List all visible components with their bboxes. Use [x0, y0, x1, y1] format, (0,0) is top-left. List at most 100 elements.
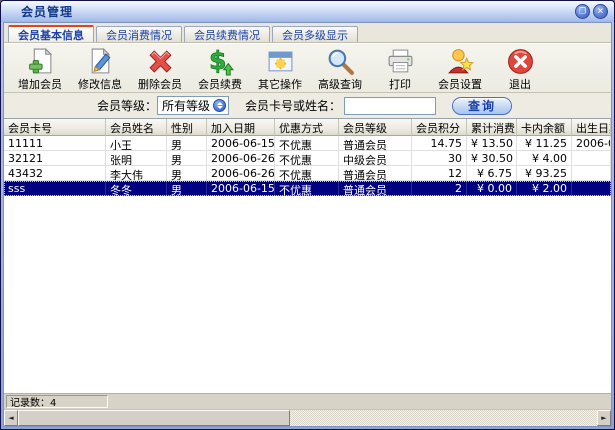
table-cell: 中级会员	[339, 151, 412, 166]
doc-plus-icon	[26, 46, 55, 76]
toolbar-button-label: 删除会员	[138, 76, 182, 92]
member-table: 会员卡号会员姓名性别加入日期优惠方式会员等级会员积分累计消费卡内余额出生日期 1…	[4, 118, 611, 393]
doc-pencil-icon	[86, 46, 115, 76]
table-cell: ¥ 4.00	[517, 151, 572, 166]
table-cell: 11111	[4, 136, 106, 151]
restore-button[interactable]: ❐	[575, 4, 590, 19]
member-settings-button[interactable]: 会员设置	[436, 45, 484, 92]
tab-4[interactable]: 会员多级显示	[272, 26, 358, 42]
exit-button[interactable]: 退出	[496, 45, 544, 92]
svg-text:$: $	[209, 47, 226, 75]
table-cell: ¥ 6.75	[467, 166, 517, 181]
table-cell: 43432	[4, 166, 106, 181]
column-header-2[interactable]: 会员姓名	[106, 119, 167, 136]
toolbar-button-label: 打印	[389, 76, 411, 92]
tab-bar: 会员基本信息会员消费情况会员续费情况会员多级显示	[4, 23, 611, 43]
table-cell: 2006-06-26	[207, 166, 275, 181]
table-cell: 男	[167, 181, 207, 196]
edit-info-button[interactable]: 修改信息	[76, 45, 124, 92]
table-cell: 2006-06-15	[207, 181, 275, 196]
column-header-5[interactable]: 优惠方式	[275, 119, 339, 136]
close-button[interactable]: ✕	[593, 4, 608, 19]
print-button[interactable]: 打印	[376, 45, 424, 92]
table-cell: 张明	[106, 151, 167, 166]
restore-icon: ❐	[579, 7, 586, 15]
column-header-10[interactable]: 出生日期	[572, 119, 611, 136]
table-row-2[interactable]: 32121张明男2006-06-26不优惠中级会员30¥ 30.50¥ 4.00	[4, 151, 611, 166]
window-star-icon	[266, 46, 295, 76]
table-header-row: 会员卡号会员姓名性别加入日期优惠方式会员等级会员积分累计消费卡内余额出生日期	[4, 119, 611, 136]
tab-3[interactable]: 会员续费情况	[184, 26, 270, 42]
renew-member-button[interactable]: $会员续费	[196, 45, 244, 92]
table-row-3[interactable]: 43432李大伟男2006-06-26不优惠普通会员12¥ 6.75¥ 93.2…	[4, 166, 611, 181]
person-star-icon	[446, 46, 475, 76]
advanced-query-button[interactable]: 高级查询	[316, 45, 364, 92]
table-row-4[interactable]: sss冬冬男2006-06-15不优惠普通会员2¥ 0.00¥ 2.00	[4, 181, 611, 196]
member-management-window: 会员管理 ❐ ✕ 会员基本信息会员消费情况会员续费情况会员多级显示 增加会员修改…	[0, 0, 615, 430]
tab-1[interactable]: 会员基本信息	[8, 25, 94, 42]
member-level-dropdown[interactable]: 所有等级	[157, 96, 229, 115]
table-cell	[572, 181, 611, 196]
card-or-name-input[interactable]	[344, 97, 436, 115]
table-cell: 普通会员	[339, 136, 412, 151]
scrollbar-track[interactable]	[290, 410, 597, 426]
magnifier-icon	[326, 46, 355, 76]
column-header-1[interactable]: 会员卡号	[4, 119, 106, 136]
table-cell: 李大伟	[106, 166, 167, 181]
table-row-1[interactable]: 11111小王男2006-06-15不优惠普通会员14.75¥ 13.50¥ 1…	[4, 136, 611, 151]
scrollbar-thumb[interactable]	[18, 410, 290, 426]
toolbar-button-label: 修改信息	[78, 76, 122, 92]
member-level-value: 所有等级	[162, 97, 210, 114]
table-cell: 30	[412, 151, 467, 166]
card-or-name-label: 会员卡号或姓名：	[245, 97, 341, 114]
column-header-8[interactable]: 累计消费	[467, 119, 517, 136]
table-cell: 2006-0	[572, 136, 611, 151]
toolbar-button-label: 会员设置	[438, 76, 482, 92]
table-cell: 不优惠	[275, 136, 339, 151]
toolbar-button-label: 高级查询	[318, 76, 362, 92]
table-cell: ¥ 11.25	[517, 136, 572, 151]
table-cell: ¥ 13.50	[467, 136, 517, 151]
table-cell	[572, 151, 611, 166]
window-controls: ❐ ✕	[575, 4, 608, 19]
exit-icon	[506, 46, 535, 76]
table-cell: 普通会员	[339, 181, 412, 196]
column-header-7[interactable]: 会员积分	[412, 119, 467, 136]
table-cell: ¥ 93.25	[517, 166, 572, 181]
dollar-up-icon: $	[206, 46, 235, 76]
member-level-label: 会员等级：	[97, 97, 157, 114]
table-cell	[572, 166, 611, 181]
toolbar-button-label: 退出	[509, 76, 531, 92]
table-cell: 冬冬	[106, 181, 167, 196]
table-cell: 2	[412, 181, 467, 196]
table-cell: 不优惠	[275, 151, 339, 166]
add-member-button[interactable]: 增加会员	[16, 45, 64, 92]
table-cell: 男	[167, 136, 207, 151]
delete-member-button[interactable]: 删除会员	[136, 45, 184, 92]
table-cell: 12	[412, 166, 467, 181]
column-header-3[interactable]: 性别	[167, 119, 207, 136]
scroll-right-button[interactable]: ►	[597, 410, 611, 426]
table-cell: ¥ 2.00	[517, 181, 572, 196]
tab-2[interactable]: 会员消费情况	[96, 26, 182, 42]
spinner-icon[interactable]	[213, 99, 226, 112]
table-cell: 男	[167, 151, 207, 166]
column-header-4[interactable]: 加入日期	[207, 119, 275, 136]
horizontal-scrollbar: ◄ ►	[4, 409, 611, 426]
column-header-6[interactable]: 会员等级	[339, 119, 412, 136]
red-x-icon	[146, 46, 175, 76]
table-cell: 14.75	[412, 136, 467, 151]
table-cell: 2006-06-26	[207, 151, 275, 166]
scroll-left-button[interactable]: ◄	[4, 410, 18, 426]
column-header-9[interactable]: 卡内余额	[517, 119, 572, 136]
toolbar-button-label: 会员续费	[198, 76, 242, 92]
table-cell: 不优惠	[275, 166, 339, 181]
query-button[interactable]: 查询	[452, 97, 512, 115]
other-operations-button[interactable]: 其它操作	[256, 45, 304, 92]
toolbar-button-label: 其它操作	[258, 76, 302, 92]
table-cell: 32121	[4, 151, 106, 166]
close-icon: ✕	[597, 7, 604, 15]
title-bar: 会员管理 ❐ ✕	[1, 1, 614, 22]
client-area: 会员基本信息会员消费情况会员续费情况会员多级显示 增加会员修改信息删除会员$会员…	[3, 22, 612, 427]
table-cell: ¥ 0.00	[467, 181, 517, 196]
